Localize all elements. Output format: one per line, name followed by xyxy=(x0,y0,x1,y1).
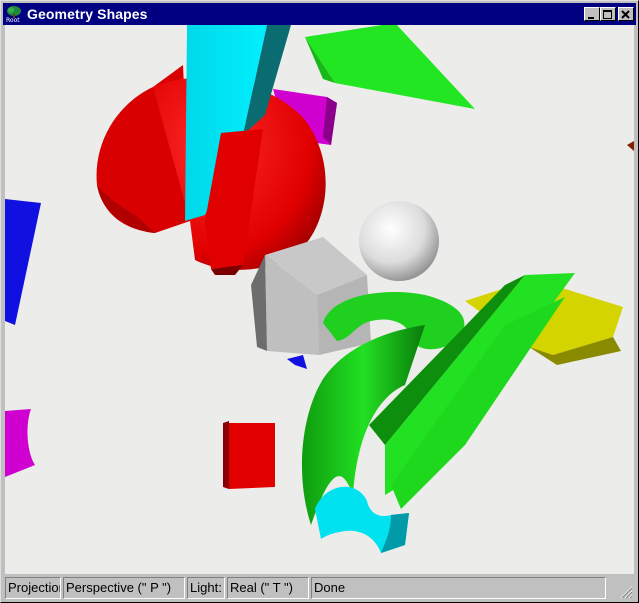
root-tree-icon[interactable]: Root xyxy=(5,5,23,24)
blue-left-shape xyxy=(5,199,41,325)
window-title: Geometry Shapes xyxy=(27,6,148,22)
status-bar: Projection Perspective (" P ") Light: Re… xyxy=(5,576,634,600)
red-cube-shape xyxy=(223,423,275,489)
maximize-button[interactable] xyxy=(600,7,616,21)
minimize-button[interactable] xyxy=(584,7,600,21)
tiny-marker-shape xyxy=(627,141,634,151)
green-triangle-shape xyxy=(305,25,475,109)
status-message: Done xyxy=(311,577,606,599)
status-projection-value: Perspective (" P ") xyxy=(63,577,185,599)
white-sphere-shape xyxy=(359,201,439,281)
magenta-left-shape xyxy=(5,409,35,477)
maximize-icon xyxy=(603,10,612,19)
status-light-label: Light: xyxy=(187,577,225,599)
size-grip-icon[interactable] xyxy=(619,585,633,599)
geometry-scene xyxy=(5,25,634,553)
gray-cube-side xyxy=(251,255,267,351)
close-icon xyxy=(621,10,630,19)
title-buttons xyxy=(584,7,634,21)
title-bar[interactable]: Root Geometry Shapes xyxy=(3,3,636,25)
3d-viewport-canvas[interactable] xyxy=(5,25,634,574)
blue-small-shape xyxy=(287,355,307,369)
app-icon-label: Root xyxy=(6,17,20,24)
status-projection-label: Projection xyxy=(5,577,61,599)
close-button[interactable] xyxy=(618,7,634,21)
red-cube-side xyxy=(223,421,229,489)
status-light-value: Real (" T ") xyxy=(227,577,309,599)
minimize-icon xyxy=(588,17,594,19)
application-window: Root Geometry Shapes Projection Perspect… xyxy=(0,0,639,603)
